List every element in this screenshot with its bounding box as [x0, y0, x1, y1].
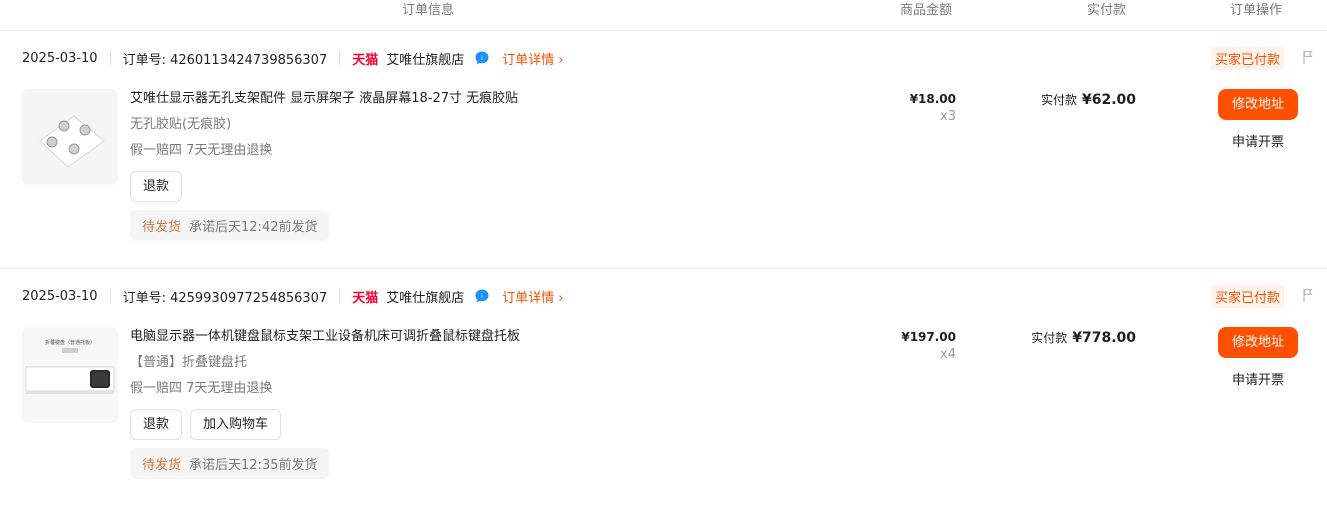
ship-promise: 承诺后天12:35前发货: [189, 458, 318, 473]
request-invoice-link[interactable]: 申请开票: [1218, 131, 1298, 150]
request-invoice-link[interactable]: 申请开票: [1218, 369, 1298, 388]
paid-label: 实付款: [1040, 93, 1077, 107]
order-detail-link[interactable]: 订单详情 ›: [502, 287, 563, 306]
order-date: 2025-03-10: [22, 288, 98, 304]
paid-amount: 实付款 ¥778.00: [1031, 329, 1136, 346]
order-meta: 2025-03-10 订单号: 4259930977254856307 天猫 艾…: [22, 286, 1327, 306]
product-info: 电脑显示器一体机键盘鼠标支架工业设备机床可调折叠鼠标键盘托板 【普通】折叠键盘托…: [130, 327, 830, 479]
product-sku: 无孔胶贴(无痕胶): [130, 117, 232, 132]
paid-amount: 实付款 ¥62.00: [1041, 91, 1136, 108]
flag-icon[interactable]: [1301, 287, 1315, 303]
col-paid: 实付款: [1087, 3, 1127, 18]
unit-price: ¥197.00: [901, 330, 956, 344]
modify-address-button[interactable]: 修改地址: [1218, 89, 1298, 120]
refund-button[interactable]: 退款: [130, 171, 183, 202]
order-number[interactable]: 订单号: 4259930977254856307: [123, 287, 328, 306]
col-amount: 商品金额: [900, 3, 953, 18]
shipping-status: 待发货 承诺后天12:35前发货: [130, 448, 330, 479]
order-meta: 2025-03-10 订单号: 4260113424739856307 天猫 艾…: [22, 48, 1327, 68]
ship-status-label: 待发货: [142, 458, 182, 473]
order-detail-label: 订单详情: [502, 52, 555, 68]
order-card: 2025-03-10 订单号: 4259930977254856307 天猫 艾…: [0, 268, 1327, 506]
adhesive-pads-image: [39, 115, 105, 168]
item-buttons: 退款: [130, 171, 830, 202]
unit-price: ¥18.00: [909, 92, 956, 106]
product-sku: 【普通】折叠键盘托: [130, 355, 248, 370]
item-buttons: 退款 加入购物车: [130, 409, 830, 440]
flag-icon[interactable]: [1301, 49, 1315, 65]
product-title[interactable]: 电脑显示器一体机键盘鼠标支架工业设备机床可调折叠鼠标键盘托板: [130, 327, 830, 347]
product-thumbnail[interactable]: [22, 89, 118, 185]
status-badge: 买家已付款: [1211, 47, 1285, 70]
chevron-right-icon: ›: [558, 52, 564, 68]
order-card: 2025-03-10 订单号: 4260113424739856307 天猫 艾…: [0, 31, 1327, 268]
product-title[interactable]: 艾唯仕显示器无孔支架配件 显示屏架子 液晶屏幕18-27寸 无痕胶贴: [130, 89, 830, 109]
paid-value: ¥778.00: [1072, 330, 1136, 346]
quantity: x4: [940, 347, 956, 362]
tmall-logo: 天猫: [352, 290, 379, 306]
refund-button[interactable]: 退款: [130, 409, 183, 440]
add-to-cart-button[interactable]: 加入购物车: [190, 409, 282, 440]
divider: [339, 289, 341, 303]
col-actions: 订单操作: [1230, 3, 1283, 18]
divider: [339, 51, 341, 65]
paid-label: 实付款: [1031, 331, 1068, 345]
service-promise: 假一赔四 7天无理由退换: [130, 143, 273, 158]
col-order-info: 订单信息: [402, 3, 455, 18]
order-number[interactable]: 订单号: 4260113424739856307: [123, 49, 328, 68]
status-badge: 买家已付款: [1211, 285, 1285, 308]
tmall-logo: 天猫: [352, 52, 379, 68]
product-info: 艾唯仕显示器无孔支架配件 显示屏架子 液晶屏幕18-27寸 无痕胶贴 无孔胶贴(…: [130, 89, 830, 241]
order-list-header: 订单信息 商品金额 实付款 订单操作: [0, 0, 1327, 31]
ship-promise: 承诺后天12:42前发货: [189, 220, 318, 235]
divider: [109, 289, 111, 303]
order-detail-link[interactable]: 订单详情 ›: [502, 49, 563, 68]
keyboard-tray-image: 折叠键盘（普通托板）: [22, 327, 118, 423]
thumb-caption: 折叠键盘（普通托板）: [45, 339, 95, 346]
paid-value: ¥62.00: [1081, 92, 1136, 108]
service-promise: 假一赔四 7天无理由退换: [130, 381, 273, 396]
order-detail-label: 订单详情: [502, 290, 555, 306]
chat-icon[interactable]: i: [474, 50, 490, 66]
quantity: x3: [940, 109, 956, 124]
shipping-status: 待发货 承诺后天12:42前发货: [130, 210, 330, 241]
ship-status-label: 待发货: [142, 220, 182, 235]
product-thumbnail[interactable]: 折叠键盘（普通托板）: [22, 327, 118, 423]
modify-address-button[interactable]: 修改地址: [1218, 327, 1298, 358]
shop-name-link[interactable]: 艾唯仕旗舰店: [386, 49, 464, 68]
divider: [109, 51, 111, 65]
chat-icon[interactable]: i: [474, 288, 490, 304]
shop-name-link[interactable]: 艾唯仕旗舰店: [386, 287, 464, 306]
chevron-right-icon: ›: [558, 290, 564, 306]
order-date: 2025-03-10: [22, 50, 98, 66]
